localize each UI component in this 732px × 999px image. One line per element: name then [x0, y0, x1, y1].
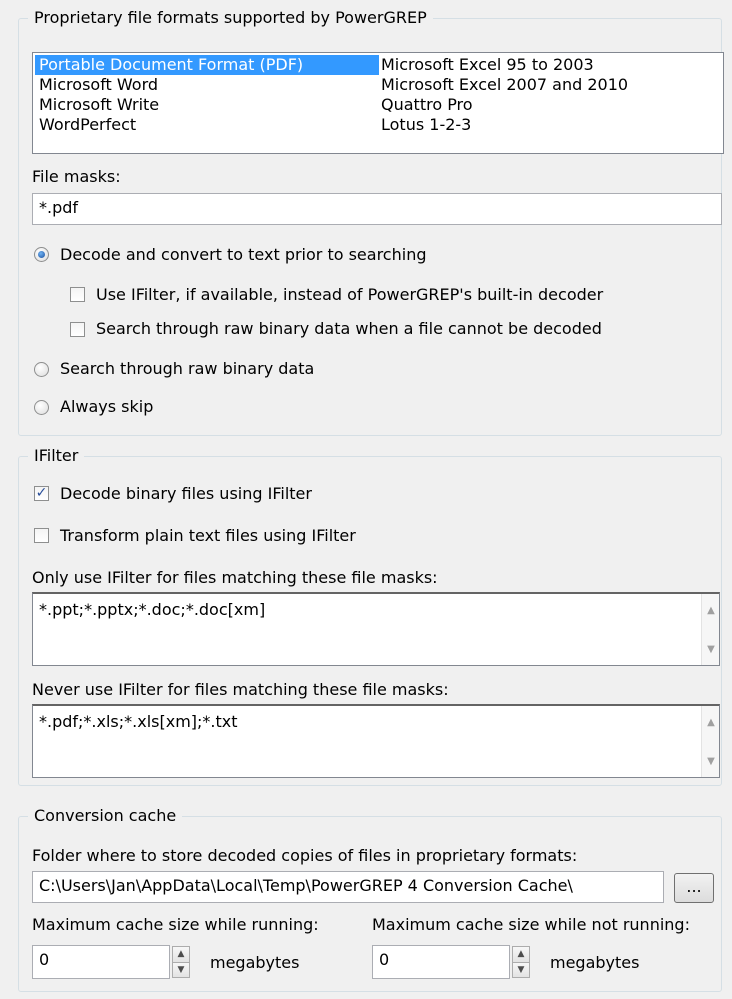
- only-use-value: *.ppt;*.pptx;*.doc;*.doc[xm]: [39, 600, 266, 619]
- search-raw-when-fail-label[interactable]: Search through raw binary data when a fi…: [96, 319, 602, 339]
- file-masks-label: File masks:: [32, 167, 121, 186]
- format-item-excel95[interactable]: Microsoft Excel 95 to 2003: [377, 55, 632, 75]
- max-not-running-spinner[interactable]: ▲ ▼: [512, 946, 530, 978]
- spin-down-icon[interactable]: ▼: [173, 962, 189, 977]
- conversion-cache-legend: Conversion cache: [28, 806, 183, 826]
- never-use-scrollbar[interactable]: ▲ ▼: [701, 706, 719, 777]
- format-item-excel2007[interactable]: Microsoft Excel 2007 and 2010: [377, 75, 632, 95]
- always-skip-radio[interactable]: [34, 400, 49, 415]
- never-use-label: Never use IFilter for files matching the…: [32, 680, 449, 699]
- scroll-up-icon[interactable]: ▲: [702, 602, 719, 620]
- format-item-quattro[interactable]: Quattro Pro: [377, 95, 632, 115]
- transform-plain-checkbox[interactable]: [34, 528, 49, 543]
- spin-up-icon[interactable]: ▲: [513, 947, 529, 962]
- format-item-write[interactable]: Microsoft Write: [35, 95, 379, 115]
- never-use-value: *.pdf;*.xls;*.xls[xm];*.txt: [39, 712, 238, 731]
- scroll-down-icon[interactable]: ▼: [702, 641, 719, 659]
- cache-folder-input[interactable]: C:\Users\Jan\AppData\Local\Temp\PowerGRE…: [32, 871, 664, 903]
- formats-column-2: Microsoft Excel 95 to 2003 Microsoft Exc…: [377, 55, 632, 135]
- always-skip-label[interactable]: Always skip: [60, 397, 153, 417]
- transform-plain-label[interactable]: Transform plain text files using IFilter: [60, 526, 356, 546]
- formats-column-1: Portable Document Format (PDF) Microsoft…: [35, 55, 379, 135]
- decode-convert-radio[interactable]: [34, 247, 49, 262]
- scroll-up-icon[interactable]: ▲: [702, 714, 719, 732]
- only-use-label: Only use IFilter for files matching thes…: [32, 568, 438, 587]
- spin-up-icon[interactable]: ▲: [173, 947, 189, 962]
- decode-binary-label[interactable]: Decode binary files using IFilter: [60, 484, 312, 504]
- only-use-textarea[interactable]: *.ppt;*.pptx;*.doc;*.doc[xm] ▲ ▼: [32, 592, 720, 666]
- search-raw-label[interactable]: Search through raw binary data: [60, 359, 314, 379]
- format-item-word[interactable]: Microsoft Word: [35, 75, 379, 95]
- max-not-running-input[interactable]: 0: [372, 945, 510, 979]
- format-item-pdf[interactable]: Portable Document Format (PDF): [35, 55, 379, 75]
- max-not-running-unit: megabytes: [550, 953, 640, 972]
- max-running-unit: megabytes: [210, 953, 300, 972]
- never-use-textarea[interactable]: *.pdf;*.xls;*.xls[xm];*.txt ▲ ▼: [32, 704, 720, 778]
- decode-convert-label[interactable]: Decode and convert to text prior to sear…: [60, 245, 426, 265]
- use-ifilter-label[interactable]: Use IFilter, if available, instead of Po…: [96, 285, 603, 305]
- proprietary-formats-legend: Proprietary file formats supported by Po…: [28, 8, 433, 28]
- format-item-lotus[interactable]: Lotus 1-2-3: [377, 115, 632, 135]
- formats-listbox[interactable]: Portable Document Format (PDF) Microsoft…: [32, 52, 724, 154]
- search-raw-radio[interactable]: [34, 362, 49, 377]
- max-running-label: Maximum cache size while running:: [32, 915, 319, 934]
- search-raw-when-fail-checkbox[interactable]: [70, 322, 85, 337]
- spin-down-icon[interactable]: ▼: [513, 962, 529, 977]
- only-use-scrollbar[interactable]: ▲ ▼: [701, 594, 719, 665]
- file-masks-input[interactable]: *.pdf: [32, 193, 722, 225]
- decode-binary-checkbox[interactable]: ✓: [34, 486, 49, 501]
- use-ifilter-checkbox[interactable]: [70, 287, 85, 302]
- max-running-spinner[interactable]: ▲ ▼: [172, 946, 190, 978]
- format-item-wordperfect[interactable]: WordPerfect: [35, 115, 379, 135]
- max-not-running-label: Maximum cache size while not running:: [372, 915, 690, 934]
- ifilter-legend: IFilter: [28, 446, 85, 466]
- max-running-input[interactable]: 0: [32, 945, 170, 979]
- browse-button[interactable]: ...: [674, 873, 714, 903]
- cache-folder-label: Folder where to store decoded copies of …: [32, 846, 578, 865]
- scroll-down-icon[interactable]: ▼: [702, 753, 719, 771]
